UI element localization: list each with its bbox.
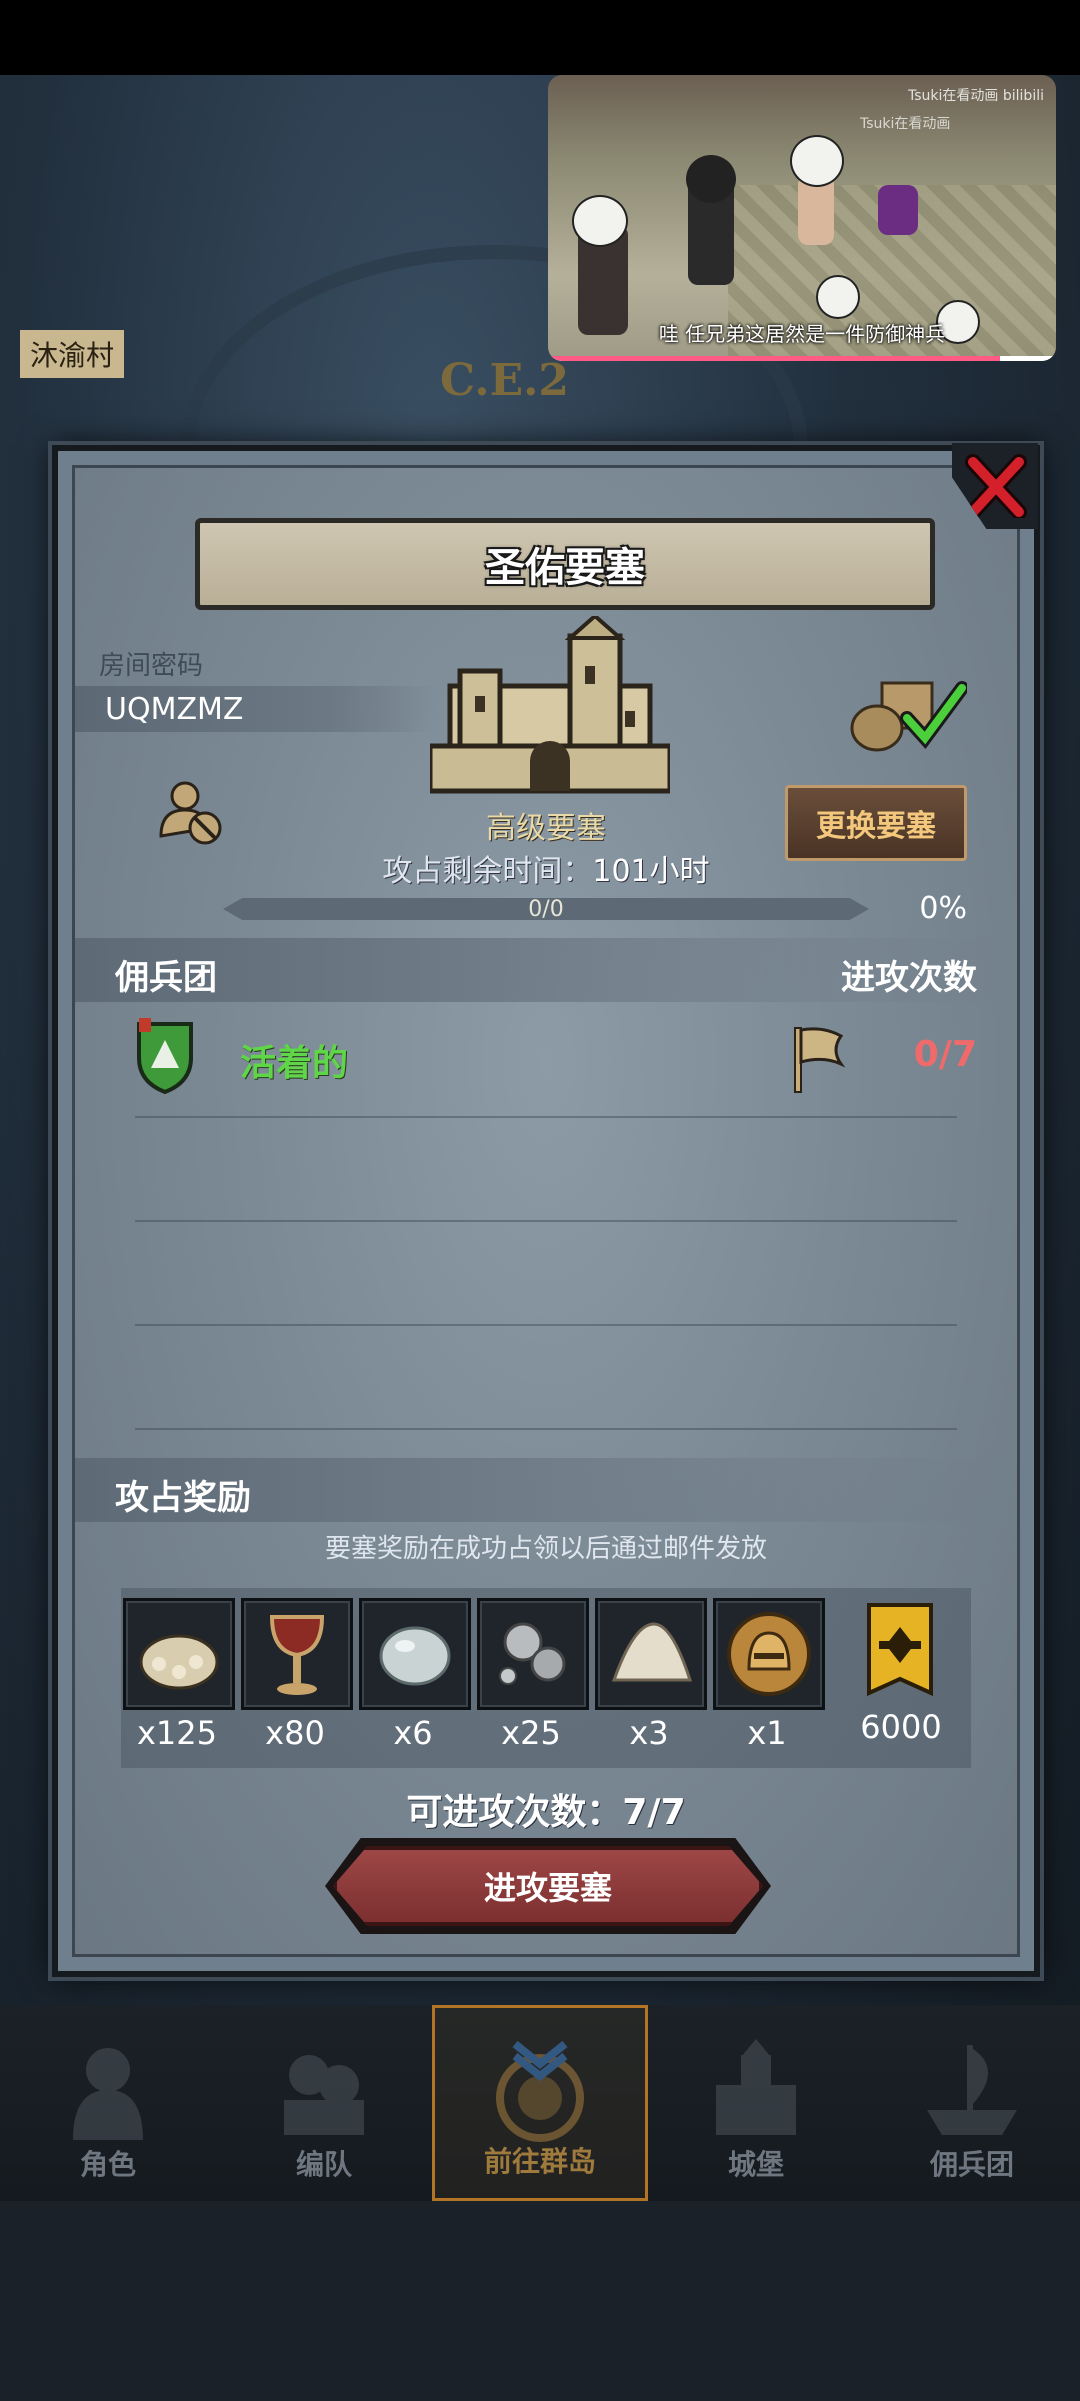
silver-ore-icon [477,1598,589,1710]
bag-crate-check-icon[interactable] [847,673,967,753]
guild-shield-icon [137,1018,193,1094]
reward-count: x1 [747,1714,787,1752]
mercenary-attack-count: 0/7 [913,1034,977,1075]
reward-item[interactable]: x6 [359,1598,471,1752]
row-divider [135,1324,957,1326]
compass-icon [496,2040,584,2142]
reward-item[interactable]: x25 [477,1598,589,1752]
dialog-title: 圣佑要塞 [195,518,935,610]
hooded-head-icon [686,155,736,203]
video-character-body [878,185,918,235]
mercenary-header: 佣兵团 [115,958,217,998]
rewards-section-header: 攻占奖励 [75,1458,1017,1522]
video-overlay[interactable]: Tsuki在看动画 bilibili Tsuki在看动画 哇 任兄弟这居然是一件… [548,75,1056,361]
occupy-time-unit: 小时 [649,854,710,889]
reward-count: x125 [136,1714,217,1752]
mercenary-row[interactable]: 活着的 0/7 [75,1008,1017,1108]
nav-item-mercenary[interactable]: 佣兵团 [864,2005,1080,2201]
knight-icon [73,2048,143,2140]
guild-banner-icon [847,1598,953,1704]
dialog-body: 圣佑要塞 房间密码 UQMZMZ 高级要塞 更换要塞 攻占剩余时间：101小时 … [72,465,1020,1957]
reward-item[interactable]: x3 [595,1598,707,1752]
occupy-timer: 攻占剩余时间：101小时 [75,846,1017,890]
reward-count: 6000 [860,1708,942,1746]
reward-item[interactable]: x1 [713,1598,825,1752]
castle-icon [430,616,670,794]
salt-pile-icon [595,1598,707,1710]
video-subtitle: 哇 任兄弟这居然是一件防御神兵 [658,322,946,346]
attack-count-header: 进攻次数 [841,958,977,998]
rewards-note: 要塞奖励在成功占领以后通过邮件发放 [324,1534,767,1564]
mercenary-name: 活着的 [240,1043,349,1084]
formation-icon [284,2055,364,2135]
flag-icon [794,1027,846,1093]
nav-item-islands[interactable]: 前往群岛 [432,2005,648,2201]
meme-face-icon [816,275,860,319]
occupy-time-label: 攻占剩余时间： [382,854,593,889]
fortress-dialog: 圣佑要塞 房间密码 UQMZMZ 高级要塞 更换要塞 攻占剩余时间：101小时 … [52,443,1040,1977]
status-bar [0,0,1080,75]
video-watermark-2: Tsuki在看动画 [860,116,951,132]
occupy-progress-bar: 0/0 [223,898,869,920]
nav-label: 前往群岛 [483,2145,596,2178]
reward-count: x80 [265,1714,325,1752]
nav-label: 编队 [295,2148,352,2181]
row-divider [135,1116,957,1118]
reward-count: x6 [393,1714,433,1752]
nav-label: 城堡 [727,2148,784,2181]
remaining-attempts-value: 7/7 [622,1792,686,1833]
bottom-safe-area [0,2201,1080,2401]
video-progress[interactable] [548,356,1056,361]
nav-label: 佣兵团 [929,2148,1014,2181]
reward-item[interactable]: x80 [241,1598,353,1752]
goblet-icon [241,1598,353,1710]
meme-face-icon [790,135,844,187]
reward-item[interactable]: 6000 [847,1598,955,1746]
coin-sack-icon [123,1598,235,1710]
era-label: C.E.2 [440,355,570,406]
reward-count: x25 [501,1714,561,1752]
row-divider [135,1428,957,1430]
remaining-attempts-label: 可进攻次数： [406,1792,623,1833]
castle-icon [716,2039,796,2135]
nav-label: 角色 [79,2148,136,2181]
video-progress-fill [548,356,1001,361]
occupy-progress-text: 0/0 [528,896,564,922]
nav-item-character[interactable]: 角色 [0,2005,216,2201]
panda-face-icon [572,195,628,247]
room-password-label: 房间密码 [99,651,204,681]
remaining-attempts: 可进攻次数：7/7 [75,1783,1017,1835]
reward-item[interactable]: x125 [123,1598,235,1752]
mercenary-section-header: 佣兵团 进攻次数 [75,938,1017,1002]
nav-item-formation[interactable]: 编队 [216,2005,432,2201]
rewards-header: 攻占奖励 [115,1478,251,1518]
ship-icon [927,2045,1017,2135]
rewards-list: x125 x80 x6 x25 x3 x1 6000 [121,1588,971,1768]
village-label: 沐渝村 [20,330,125,378]
attack-fort-button[interactable]: 进攻要塞 [333,1846,763,1926]
occupy-time-value: 101 [592,854,650,889]
egg-stone-icon [359,1598,471,1710]
bottom-nav: 角色 编队 前往群岛 城堡 佣兵团 [0,2005,1080,2201]
golden-helmet-icon [713,1598,825,1710]
occupy-progress-percent: 0% [919,891,967,926]
reward-count: x3 [629,1714,669,1752]
room-password[interactable]: UQMZMZ [75,686,435,732]
video-watermark: Tsuki在看动画 bilibili [908,88,1044,104]
nav-item-castle[interactable]: 城堡 [648,2005,864,2201]
row-divider [135,1220,957,1222]
